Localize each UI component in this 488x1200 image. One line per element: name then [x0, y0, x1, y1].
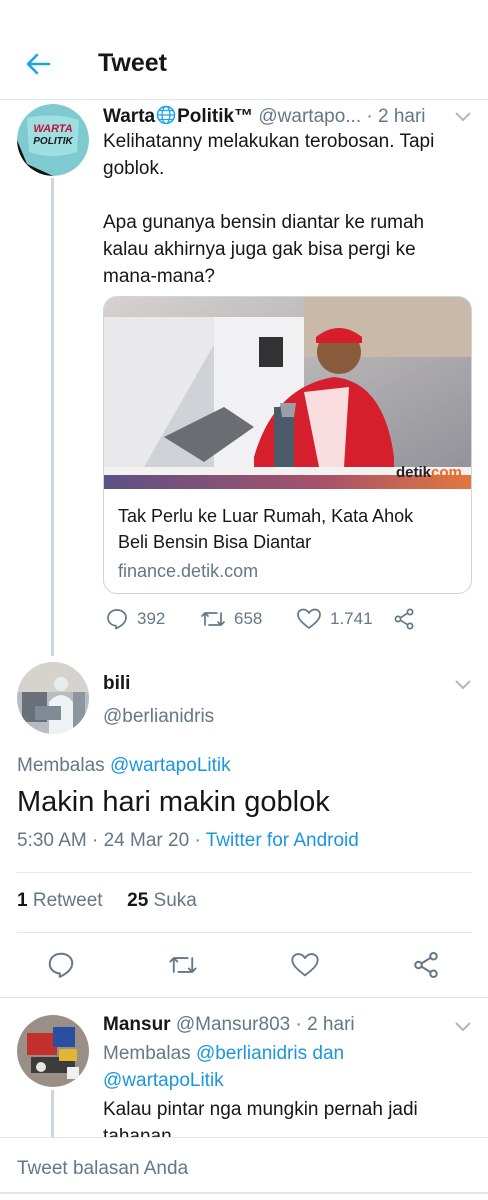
link-card[interactable]: detikcom Tak Perlu ke Luar Rumah, Kata A… [103, 296, 472, 594]
reply-icon[interactable] [46, 950, 76, 980]
divider [0, 997, 488, 998]
tweet-text: Makin hari makin goblok [17, 786, 330, 818]
mention-link[interactable]: @wartapoLitik [110, 755, 231, 776]
avatar-mansur[interactable] [17, 1015, 89, 1087]
tweet-header: Warta Politik™ @wartapo... · 2 hari [103, 105, 426, 128]
divider [17, 932, 472, 933]
tweet-time[interactable]: 5:30 AM [17, 830, 87, 851]
tweet-stats: 1 Retweet 25 Suka [17, 890, 197, 912]
handle[interactable]: @Mansur803 [176, 1014, 290, 1035]
reply-icon [107, 609, 127, 630]
card-image: detikcom [104, 297, 471, 489]
retweet-icon [201, 612, 225, 626]
card-domain: finance.detik.com [118, 561, 259, 581]
tweet-text: Kelihatanny melakukan terobosan. Tapi go… [103, 131, 435, 287]
divider [17, 872, 472, 873]
chevron-down-icon[interactable] [454, 1020, 472, 1032]
thread-line [51, 178, 54, 656]
card-title[interactable]: Tak Perlu ke Luar Rumah, Kata Ahok Beli … [118, 503, 458, 555]
share-icon[interactable] [392, 607, 416, 631]
mention-link[interactable]: @wartapoLitik [103, 1067, 344, 1094]
divider [0, 1192, 488, 1194]
thread-line [51, 1090, 54, 1137]
timestamp[interactable]: · 2 hari [366, 106, 425, 127]
reply-count: 392 [137, 609, 166, 628]
share-icon[interactable] [411, 950, 441, 980]
heart-icon[interactable] [290, 950, 320, 980]
like-count: 1.741 [330, 609, 373, 628]
user-photo-icon [17, 1015, 89, 1087]
chevron-down-icon[interactable] [454, 110, 472, 122]
likes-stat[interactable]: 25 Suka [127, 890, 197, 911]
retweet-count: 658 [234, 609, 263, 628]
display-name[interactable]: Mansur [103, 1014, 171, 1035]
reply-context: Membalas @berlianidris dan @wartapoLitik [103, 1040, 344, 1094]
display-name[interactable]: Warta Politik™ [103, 105, 253, 127]
svg-text:WARTA: WARTA [33, 123, 72, 135]
detik-logo-text: detikcom [396, 464, 462, 481]
mention-link[interactable]: @berlianidris [196, 1043, 307, 1064]
tweet-date[interactable]: 24 Mar 20 [104, 830, 190, 851]
like-button[interactable]: 1.741 [296, 607, 373, 631]
svg-text:POLITIK: POLITIK [33, 136, 73, 147]
handle[interactable]: @berlianidris [103, 706, 214, 728]
timestamp[interactable]: · 2 hari [295, 1014, 354, 1035]
avatar-bili[interactable] [17, 662, 89, 734]
chevron-down-icon[interactable] [454, 678, 472, 690]
app-header: Tweet [0, 0, 488, 100]
back-arrow-icon[interactable] [22, 48, 54, 80]
heart-icon [297, 608, 321, 629]
reply-button[interactable]: 392 [105, 607, 165, 631]
retweet-icon[interactable] [168, 950, 198, 980]
handle[interactable]: @wartapo... [258, 106, 361, 127]
reply-input[interactable]: Tweet balasan Anda [17, 1158, 188, 1180]
user-photo-icon [17, 662, 89, 734]
tweet-header: Mansur @Mansur803 · 2 hari [103, 1014, 355, 1036]
wartapolitik-logo-icon: WARTA POLITIK [17, 104, 89, 176]
reply-composer: Tweet balasan Anda [0, 1137, 488, 1200]
retweet-button[interactable]: 658 [200, 607, 262, 631]
globe-icon [156, 105, 176, 125]
display-name[interactable]: bili [103, 673, 130, 695]
tweet-source[interactable]: Twitter for Android [206, 830, 359, 851]
retweets-stat[interactable]: 1 Retweet [17, 890, 103, 911]
tweet-meta: 5:30 AM · 24 Mar 20 · Twitter for Androi… [17, 830, 359, 851]
avatar-wartapolitik[interactable]: WARTA POLITIK [17, 104, 89, 176]
reply-context: Membalas @wartapoLitik [17, 755, 231, 776]
page-title: Tweet [98, 49, 167, 77]
